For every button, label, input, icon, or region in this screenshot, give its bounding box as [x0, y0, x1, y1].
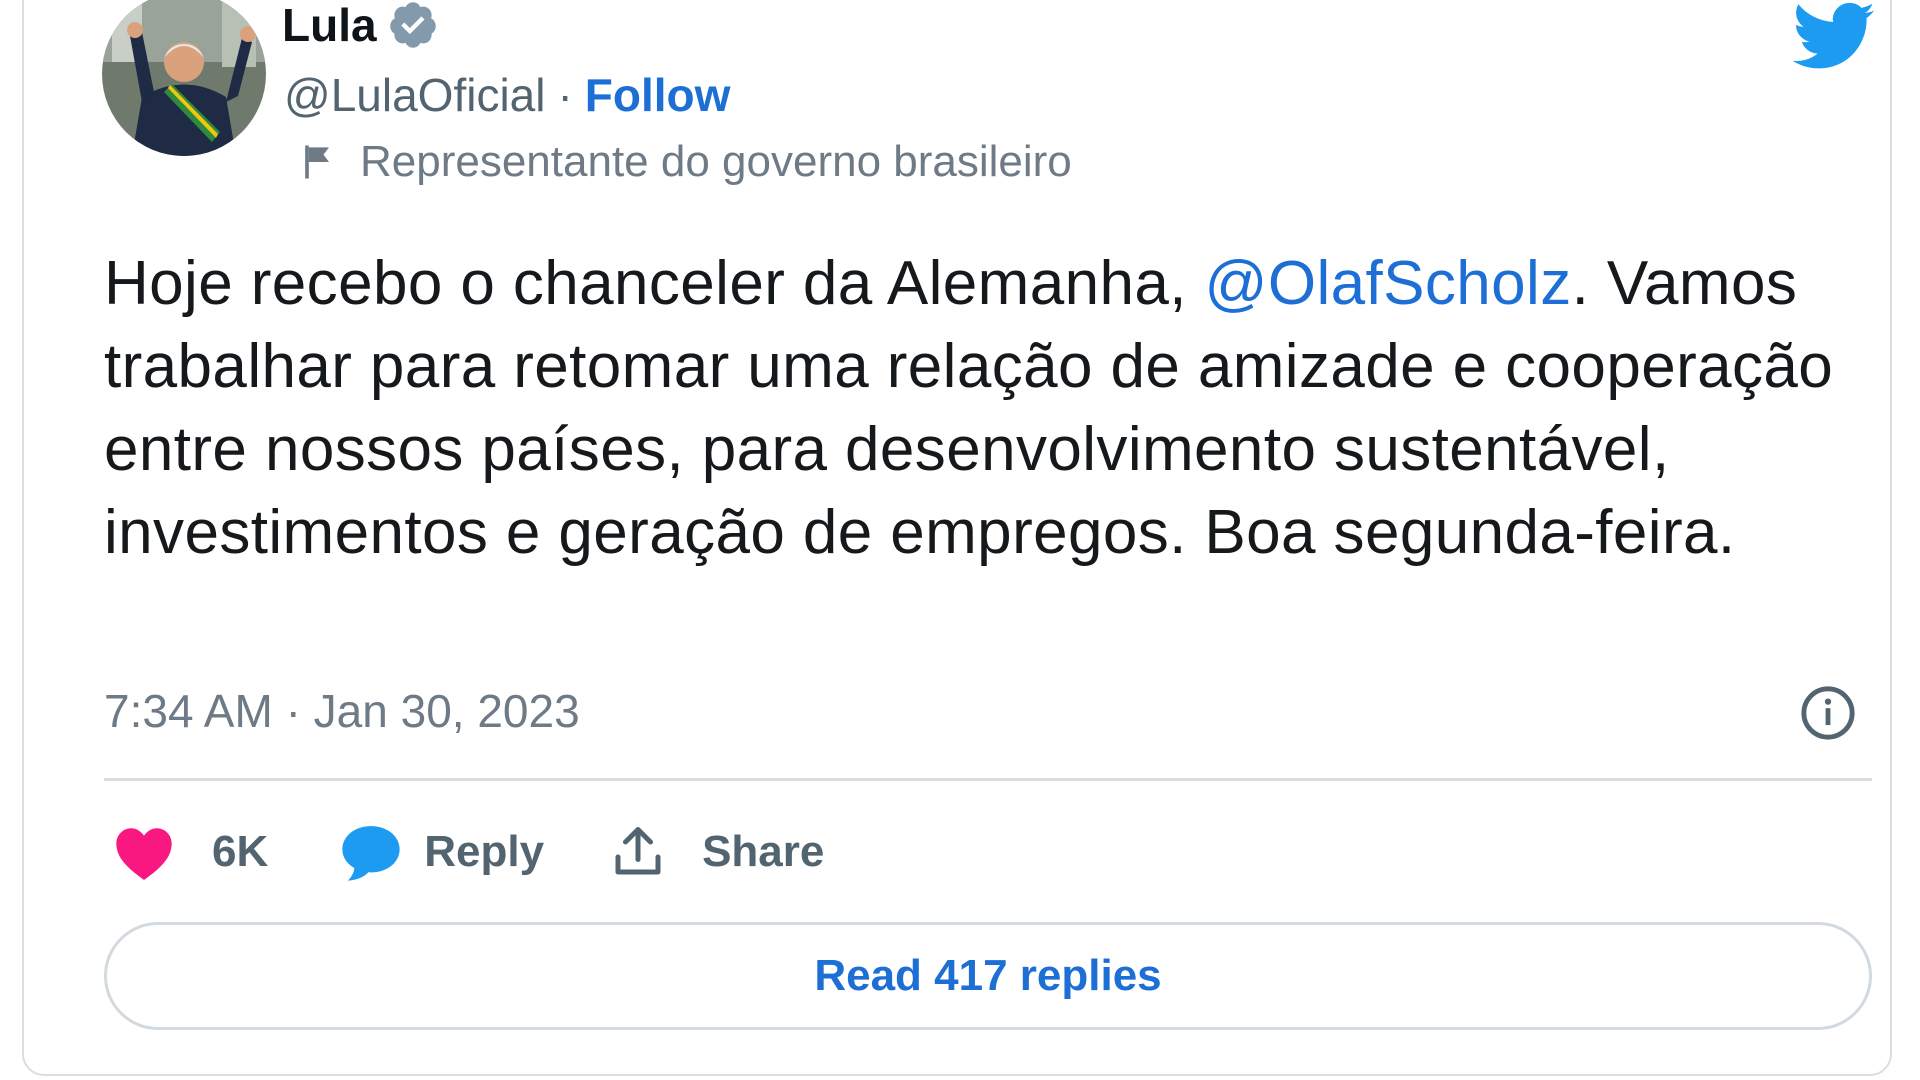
tweet-text-part-1: Hoje recebo o chanceler da Alemanha, [104, 249, 1205, 318]
like-button[interactable]: 6K [112, 823, 268, 881]
timestamp-separator: · [285, 685, 301, 737]
verified-badge-icon [389, 2, 436, 48]
flag-icon [305, 145, 329, 179]
affiliation-text: Representante do governo brasileiro [360, 137, 1072, 186]
tweet-time: 7:34 AM [104, 685, 273, 737]
author-name-row: Lula [282, 0, 439, 52]
reply-button[interactable]: Reply [338, 822, 544, 882]
reply-bubble-icon [342, 826, 400, 881]
government-affiliation-label: Representante do governo brasileiro [296, 137, 1072, 187]
mention-link[interactable]: @OlafScholz [1205, 249, 1572, 318]
share-button[interactable]: Share [608, 822, 824, 882]
author-name[interactable]: Lula [282, 0, 377, 52]
author-handle[interactable]: @LulaOficial [284, 68, 545, 122]
divider [104, 778, 1872, 781]
share-label: Share [702, 827, 825, 876]
follow-button[interactable]: Follow [585, 68, 731, 122]
twitter-bird-icon[interactable] [1792, 2, 1876, 72]
handle-separator: · [557, 69, 573, 121]
share-icon [615, 827, 661, 875]
avatar[interactable] [102, 0, 266, 156]
tweet-text: Hoje recebo o chanceler da Alemanha, @Ol… [104, 242, 1844, 574]
heart-icon [116, 828, 172, 880]
like-count: 6K [212, 827, 269, 876]
author-handle-row: @LulaOficial · Follow [284, 68, 730, 122]
tweet-timestamp[interactable]: 7:34 AM · Jan 30, 2023 [104, 684, 580, 738]
info-icon[interactable] [1799, 684, 1857, 742]
tweet-card: Lula @LulaOficial · Follow Representante… [22, 0, 1892, 1076]
reply-label: Reply [424, 827, 545, 876]
avatar-photo [102, 0, 266, 156]
action-bar: 6K Reply Share [112, 822, 824, 882]
tweet-date: Jan 30, 2023 [313, 685, 580, 737]
read-replies-button[interactable]: Read 417 replies [104, 922, 1872, 1030]
